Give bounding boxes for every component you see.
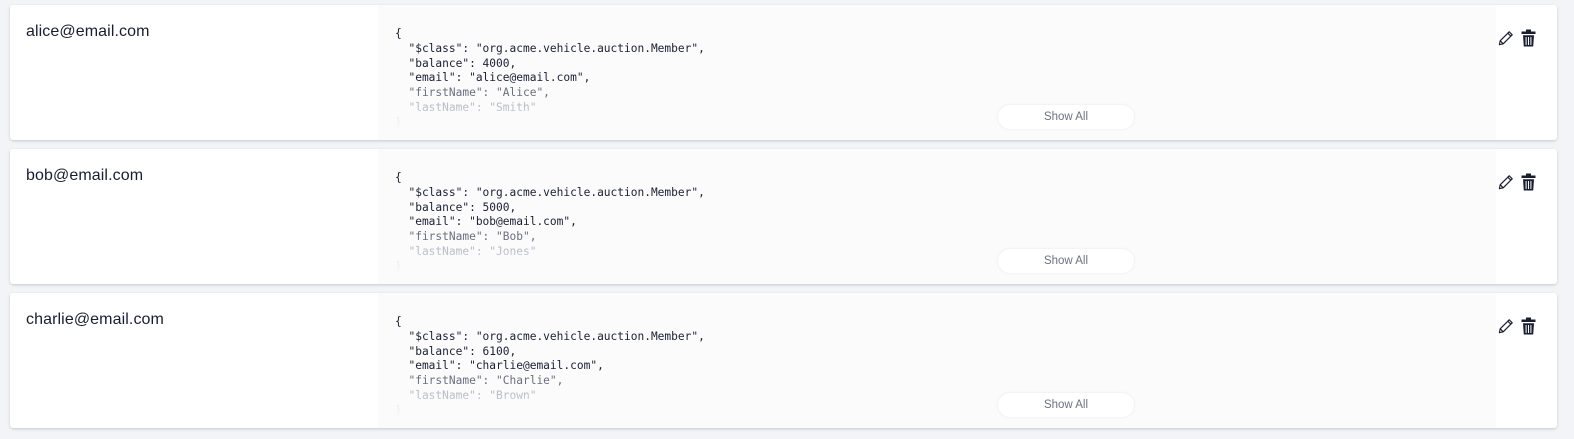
json-line: "$class": "org.acme.vehicle.auction.Memb… bbox=[395, 329, 705, 343]
trash-icon[interactable] bbox=[1519, 316, 1537, 336]
pencil-icon[interactable] bbox=[1497, 172, 1515, 192]
json-line: { bbox=[395, 27, 402, 40]
json-fade-overlay bbox=[378, 106, 1496, 140]
participant-id: bob@email.com bbox=[26, 167, 144, 184]
participant-id: charlie@email.com bbox=[26, 311, 164, 328]
participant-card: charlie@email.com { "$class": "org.acme.… bbox=[10, 293, 1557, 428]
json-line: "$class": "org.acme.vehicle.auction.Memb… bbox=[395, 41, 705, 55]
participant-card: alice@email.com { "$class": "org.acme.ve… bbox=[10, 5, 1557, 140]
json-line: "balance": 5000, bbox=[395, 200, 517, 214]
pencil-icon[interactable] bbox=[1497, 28, 1515, 48]
json-fade-overlay bbox=[378, 250, 1496, 284]
show-all-button[interactable]: Show All bbox=[998, 393, 1134, 417]
trash-icon[interactable] bbox=[1519, 172, 1537, 192]
json-line: "email": "charlie@email.com", bbox=[395, 359, 604, 373]
json-line: { bbox=[395, 315, 402, 328]
pencil-icon[interactable] bbox=[1497, 316, 1515, 336]
json-line: "balance": 6100, bbox=[395, 344, 517, 358]
json-line: "email": "bob@email.com", bbox=[395, 215, 577, 229]
show-all-button[interactable]: Show All bbox=[998, 249, 1134, 273]
json-fade-overlay bbox=[378, 394, 1496, 428]
trash-icon[interactable] bbox=[1519, 28, 1537, 48]
json-line: "email": "alice@email.com", bbox=[395, 71, 591, 85]
participant-registry-list: alice@email.com { "$class": "org.acme.ve… bbox=[10, 5, 1557, 437]
participant-json-panel: { "$class": "org.acme.vehicle.auction.Me… bbox=[378, 293, 1496, 428]
show-all-button[interactable]: Show All bbox=[998, 105, 1134, 129]
json-line: "$class": "org.acme.vehicle.auction.Memb… bbox=[395, 185, 705, 199]
participant-json-panel: { "$class": "org.acme.vehicle.auction.Me… bbox=[378, 5, 1496, 140]
json-line: "firstName": "Alice", bbox=[395, 86, 550, 100]
json-line: { bbox=[395, 171, 402, 184]
json-line: "firstName": "Bob", bbox=[395, 230, 537, 244]
json-line: "balance": 4000, bbox=[395, 56, 517, 70]
json-line: "firstName": "Charlie", bbox=[395, 374, 564, 388]
row-actions bbox=[1497, 172, 1537, 192]
row-actions bbox=[1497, 316, 1537, 336]
participant-id: alice@email.com bbox=[26, 23, 150, 40]
participant-card: bob@email.com { "$class": "org.acme.vehi… bbox=[10, 149, 1557, 284]
row-actions bbox=[1497, 28, 1537, 48]
participant-json-panel: { "$class": "org.acme.vehicle.auction.Me… bbox=[378, 149, 1496, 284]
